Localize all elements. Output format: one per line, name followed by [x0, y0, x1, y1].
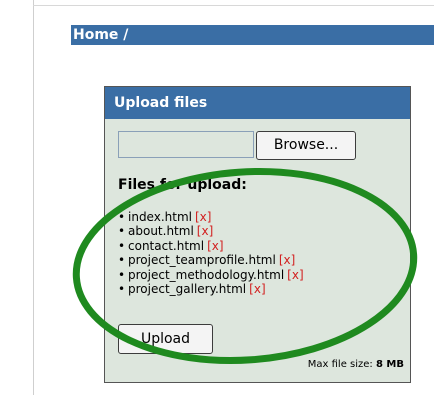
file-name: about.html	[128, 224, 194, 239]
bullet-icon: •	[118, 253, 126, 268]
list-item: • index.html [x]	[118, 210, 304, 224]
remove-file-link[interactable]: [x]	[197, 224, 213, 238]
browse-button[interactable]: Browse...	[256, 131, 356, 160]
list-item: • about.html [x]	[118, 224, 304, 238]
remove-file-link[interactable]: [x]	[279, 253, 295, 267]
bullet-icon: •	[118, 281, 126, 296]
file-name: contact.html	[128, 238, 205, 253]
file-name: project_gallery.html	[128, 281, 247, 296]
file-list: • index.html [x] • about.html [x] • contact.h…	[118, 210, 304, 296]
remove-file-link[interactable]: [x]	[207, 239, 223, 253]
breadcrumb-home-link[interactable]: Home	[73, 27, 118, 43]
list-item: • contact.html [x]	[118, 239, 304, 253]
remove-file-link[interactable]: [x]	[287, 268, 303, 282]
bullet-icon: •	[118, 224, 126, 239]
panel-title: Upload files	[105, 87, 410, 119]
list-item: • project_gallery.html [x]	[118, 282, 304, 296]
bullet-icon: •	[118, 238, 126, 253]
max-file-size-label: Max file size:	[307, 359, 373, 370]
file-path-input[interactable]	[118, 131, 254, 158]
breadcrumb-separator: /	[123, 27, 129, 43]
list-item: • project_teamprofile.html [x]	[118, 253, 304, 267]
remove-file-link[interactable]: [x]	[195, 210, 211, 224]
page-top-border	[33, 5, 434, 6]
max-file-size-value: 8 MB	[375, 359, 404, 370]
page-left-border	[33, 0, 34, 395]
max-file-size-note: Max file size: 8 MB	[308, 359, 404, 370]
files-for-upload-heading: Files for upload:	[118, 177, 247, 193]
remove-file-link[interactable]: [x]	[249, 282, 265, 296]
bullet-icon: •	[118, 210, 126, 224]
file-name: project_methodology.html	[128, 267, 285, 282]
upload-button[interactable]: Upload	[118, 324, 213, 354]
bullet-icon: •	[118, 267, 126, 282]
file-name: project_teamprofile.html	[128, 253, 276, 268]
upload-files-panel: Upload files Browse... Files for upload:…	[104, 86, 411, 383]
breadcrumb: Home /	[71, 25, 434, 45]
list-item: • project_methodology.html [x]	[118, 268, 304, 282]
file-name: index.html	[128, 210, 192, 224]
